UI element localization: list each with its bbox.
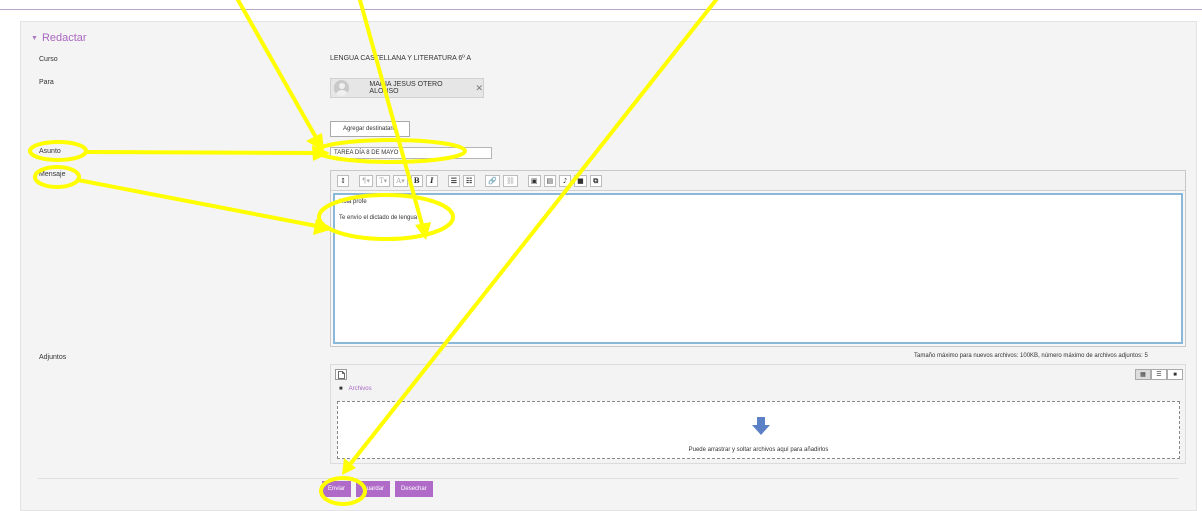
heading-icon[interactable]: T▾: [375, 174, 391, 187]
folder-icon: ■: [339, 386, 343, 392]
font-color-icon[interactable]: A▾: [393, 174, 408, 187]
view-switcher: ▦ ☰ ■: [1135, 369, 1183, 380]
folder-breadcrumb: ■ Archivos: [339, 386, 372, 392]
collapse-triangle-icon: ▼: [31, 34, 38, 42]
file-manager: ▦ ☰ ■ ■ Archivos Puede arrastrar y solta…: [330, 364, 1186, 464]
attachment-limits: Tamaño máximo para nuevos archivos: 100K…: [914, 353, 1148, 359]
tree-view-icon[interactable]: ■: [1167, 369, 1183, 380]
bold-icon[interactable]: B: [410, 174, 423, 187]
file-icon[interactable]: [335, 369, 347, 380]
media-icon[interactable]: ▤: [543, 174, 557, 187]
bulleted-list-icon[interactable]: ☰: [447, 174, 461, 187]
unlink-icon[interactable]: ⛓: [503, 174, 518, 187]
download-arrow-icon: [752, 417, 770, 435]
message-line-1: Hola profe: [339, 199, 367, 205]
save-button[interactable]: Guardar: [356, 481, 391, 497]
drop-zone[interactable]: Puede arrastrar y soltar archivos aquí p…: [337, 401, 1180, 459]
section-title: Redactar: [41, 32, 87, 44]
top-divider: [0, 9, 1202, 10]
copy-icon[interactable]: ⧉: [589, 174, 602, 187]
discard-button[interactable]: Desechar: [395, 481, 433, 497]
collapse-toolbar-icon[interactable]: ↕: [337, 174, 349, 187]
microphone-icon[interactable]: ♪: [559, 174, 572, 187]
image-icon[interactable]: ▣: [527, 174, 541, 187]
avatar: [334, 80, 350, 96]
add-recipient-button[interactable]: Agregar destinatario: [330, 121, 410, 137]
paragraph-style-icon[interactable]: ¶▾: [359, 174, 373, 187]
grid-view-icon[interactable]: ▦: [1135, 369, 1151, 380]
recipient-chip[interactable]: MARIA JESUS OTERO ALONSO ✕: [330, 78, 484, 98]
italic-icon[interactable]: I: [425, 174, 438, 187]
editor-toolbar: ↕ ¶▾ T▾ A▾ B I ☰ ☷ 🔗 ⛓ ▣ ▤ ♪ ■ ⧉: [331, 171, 1185, 191]
list-view-icon[interactable]: ☰: [1151, 369, 1167, 380]
label-subject: Asunto: [39, 148, 61, 155]
label-message: Mensaje: [39, 171, 66, 178]
label-course: Curso: [39, 56, 58, 63]
recipient-name: MARIA JESUS OTERO ALONSO: [369, 81, 443, 95]
send-button[interactable]: Enviar: [322, 481, 352, 497]
label-to: Para: [39, 79, 54, 86]
drop-zone-text: Puede arrastrar y soltar archivos aquí p…: [688, 447, 829, 453]
actions-divider: [38, 478, 1178, 479]
link-icon[interactable]: 🔗: [485, 174, 501, 187]
section-header[interactable]: ▼ Redactar: [31, 32, 87, 44]
message-editor: ↕ ¶▾ T▾ A▾ B I ☰ ☷ 🔗 ⛓ ▣ ▤ ♪ ■ ⧉ Hola pr…: [330, 170, 1186, 347]
numbered-list-icon[interactable]: ☷: [463, 174, 476, 187]
video-icon[interactable]: ■: [574, 174, 587, 187]
folder-link[interactable]: Archivos: [349, 386, 372, 392]
remove-recipient-icon[interactable]: ✕: [475, 83, 483, 94]
message-textarea[interactable]: Hola profe Te envío el dictado de lengua: [333, 193, 1183, 344]
subject-input[interactable]: TAREA DÍA 8 DE MAYO: [330, 147, 492, 159]
message-line-2: Te envío el dictado de lengua: [339, 215, 418, 221]
course-value: LENGUA CASTELLANA Y LITERATURA 6º A: [330, 55, 472, 62]
label-attachments: Adjuntos: [39, 354, 67, 361]
form-actions: Enviar Guardar Desechar: [322, 481, 433, 497]
